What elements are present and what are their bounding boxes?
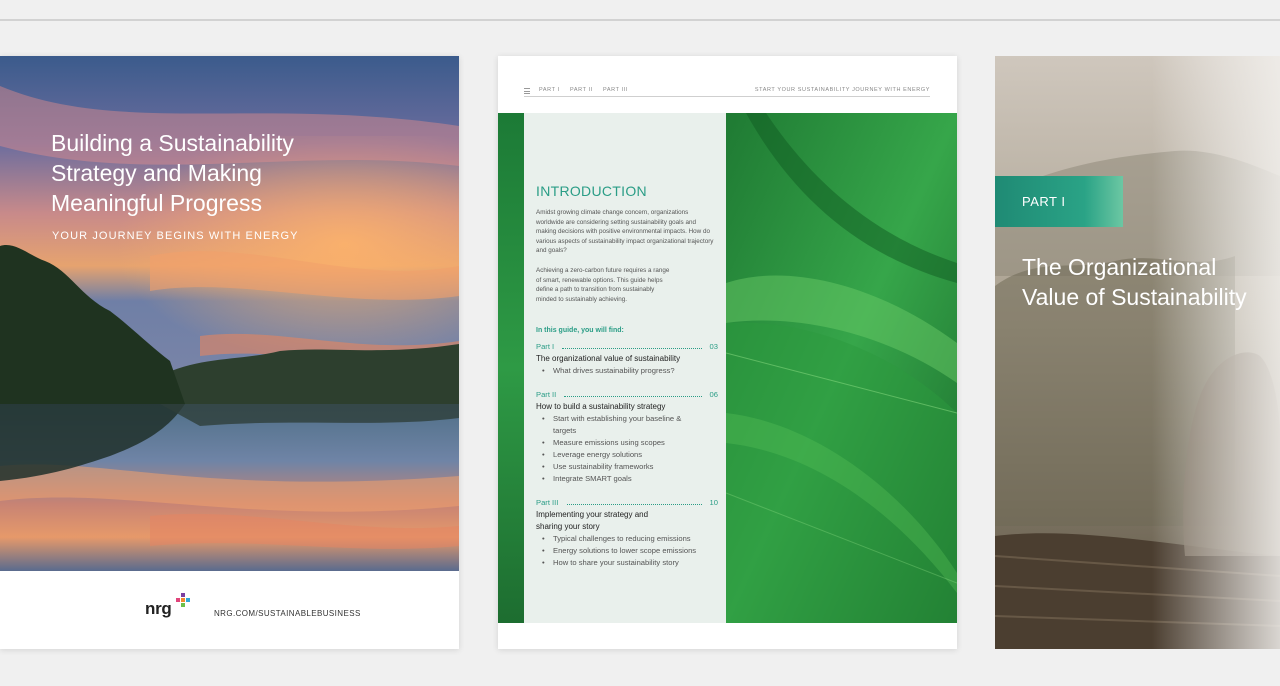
toc-item[interactable]: Integrate SMART goals [542, 473, 692, 485]
part-badge-label: PART I [1022, 194, 1066, 209]
part-title-line: The Organizational [1022, 254, 1217, 280]
header-title: START YOUR SUSTAINABILITY JOURNEY WITH E… [754, 87, 930, 93]
website-url[interactable]: NRG.COM/SUSTAINABLEBUSINESS [214, 609, 361, 618]
toc-part-3[interactable]: Part III 10 [536, 498, 718, 507]
nrg-plus-logo-icon [176, 593, 190, 607]
toc-item[interactable]: What drives sustainability progress? [542, 365, 727, 377]
toc-page-number: 10 [709, 498, 718, 507]
toc-item[interactable]: How to share your sustainability story [542, 557, 727, 569]
toc-item[interactable]: Typical challenges to reducing emissions [542, 533, 727, 545]
cover-title-line: Building a Sustainability [51, 130, 294, 156]
page-header: PART I PART II PART III START YOUR SUSTA… [524, 87, 930, 97]
toc-item[interactable]: Energy solutions to lower scope emission… [542, 545, 727, 557]
toc-items-2: Start with establishing your baseline & … [542, 413, 692, 485]
toc-item[interactable]: Measure emissions using scopes [542, 437, 692, 449]
guide-label: In this guide, you will find: [536, 327, 624, 334]
toc-title-2[interactable]: How to build a sustainability strategy [536, 401, 721, 413]
toc-item[interactable]: Start with establishing your baseline & … [542, 413, 692, 437]
nrg-logo-text: nrg [145, 599, 172, 618]
misty-landscape-photo [995, 56, 1280, 649]
nav-part-2[interactable]: PART II [570, 87, 593, 93]
introduction-page[interactable]: PART I PART II PART III START YOUR SUSTA… [498, 56, 957, 649]
toc-items-3: Typical challenges to reducing emissions… [542, 533, 727, 569]
toc-page-number: 06 [709, 390, 718, 399]
toc-leader-dots [562, 348, 702, 349]
intro-paragraph-1: Amidst growing climate change concern, o… [536, 209, 714, 255]
toc-items-1: What drives sustainability progress? [542, 365, 727, 377]
part-one-page[interactable]: PART I The Organizational Value of Susta… [995, 56, 1280, 649]
hamburger-menu-icon[interactable] [524, 88, 530, 94]
introduction-heading: INTRODUCTION [536, 183, 647, 199]
toc-item[interactable]: Leverage energy solutions [542, 449, 692, 461]
top-divider [0, 19, 1280, 21]
leaf-strip [498, 113, 524, 623]
nav-part-1[interactable]: PART I [539, 87, 560, 93]
toc-part-2[interactable]: Part II 06 [536, 390, 718, 399]
toc-part-label: Part III [536, 498, 559, 507]
cover-page[interactable]: Building a Sustainability Strategy and M… [0, 56, 459, 649]
toc-leader-dots [567, 504, 702, 505]
toc-leader-dots [564, 396, 702, 397]
part-title: The Organizational Value of Sustainabili… [1022, 252, 1247, 312]
nav-part-3[interactable]: PART III [603, 87, 628, 93]
toc-title-3[interactable]: Implementing your strategy and sharing y… [536, 509, 676, 533]
part-badge: PART I [995, 176, 1123, 227]
cover-title-line: Strategy and Making [51, 160, 262, 186]
green-leaf-photo [726, 113, 957, 623]
cover-title-line: Meaningful Progress [51, 190, 262, 216]
toc-part-label: Part I [536, 342, 555, 351]
toc-item[interactable]: Use sustainability frameworks [542, 461, 692, 473]
intro-paragraph-2: Achieving a zero-carbon future requires … [536, 267, 670, 303]
toc-page-number: 03 [709, 342, 718, 351]
cover-title: Building a Sustainability Strategy and M… [51, 128, 351, 218]
toc-part-1[interactable]: Part I 03 [536, 342, 718, 351]
toc-title-1[interactable]: The organizational value of sustainabili… [536, 353, 721, 365]
nrg-logo: nrg [145, 593, 195, 623]
part-title-line: Value of Sustainability [1022, 284, 1247, 310]
lake-sunset-photo: Building a Sustainability Strategy and M… [0, 56, 459, 571]
cover-subtitle: YOUR JOURNEY BEGINS WITH ENERGY [52, 230, 299, 242]
toc-part-label: Part II [536, 390, 557, 399]
